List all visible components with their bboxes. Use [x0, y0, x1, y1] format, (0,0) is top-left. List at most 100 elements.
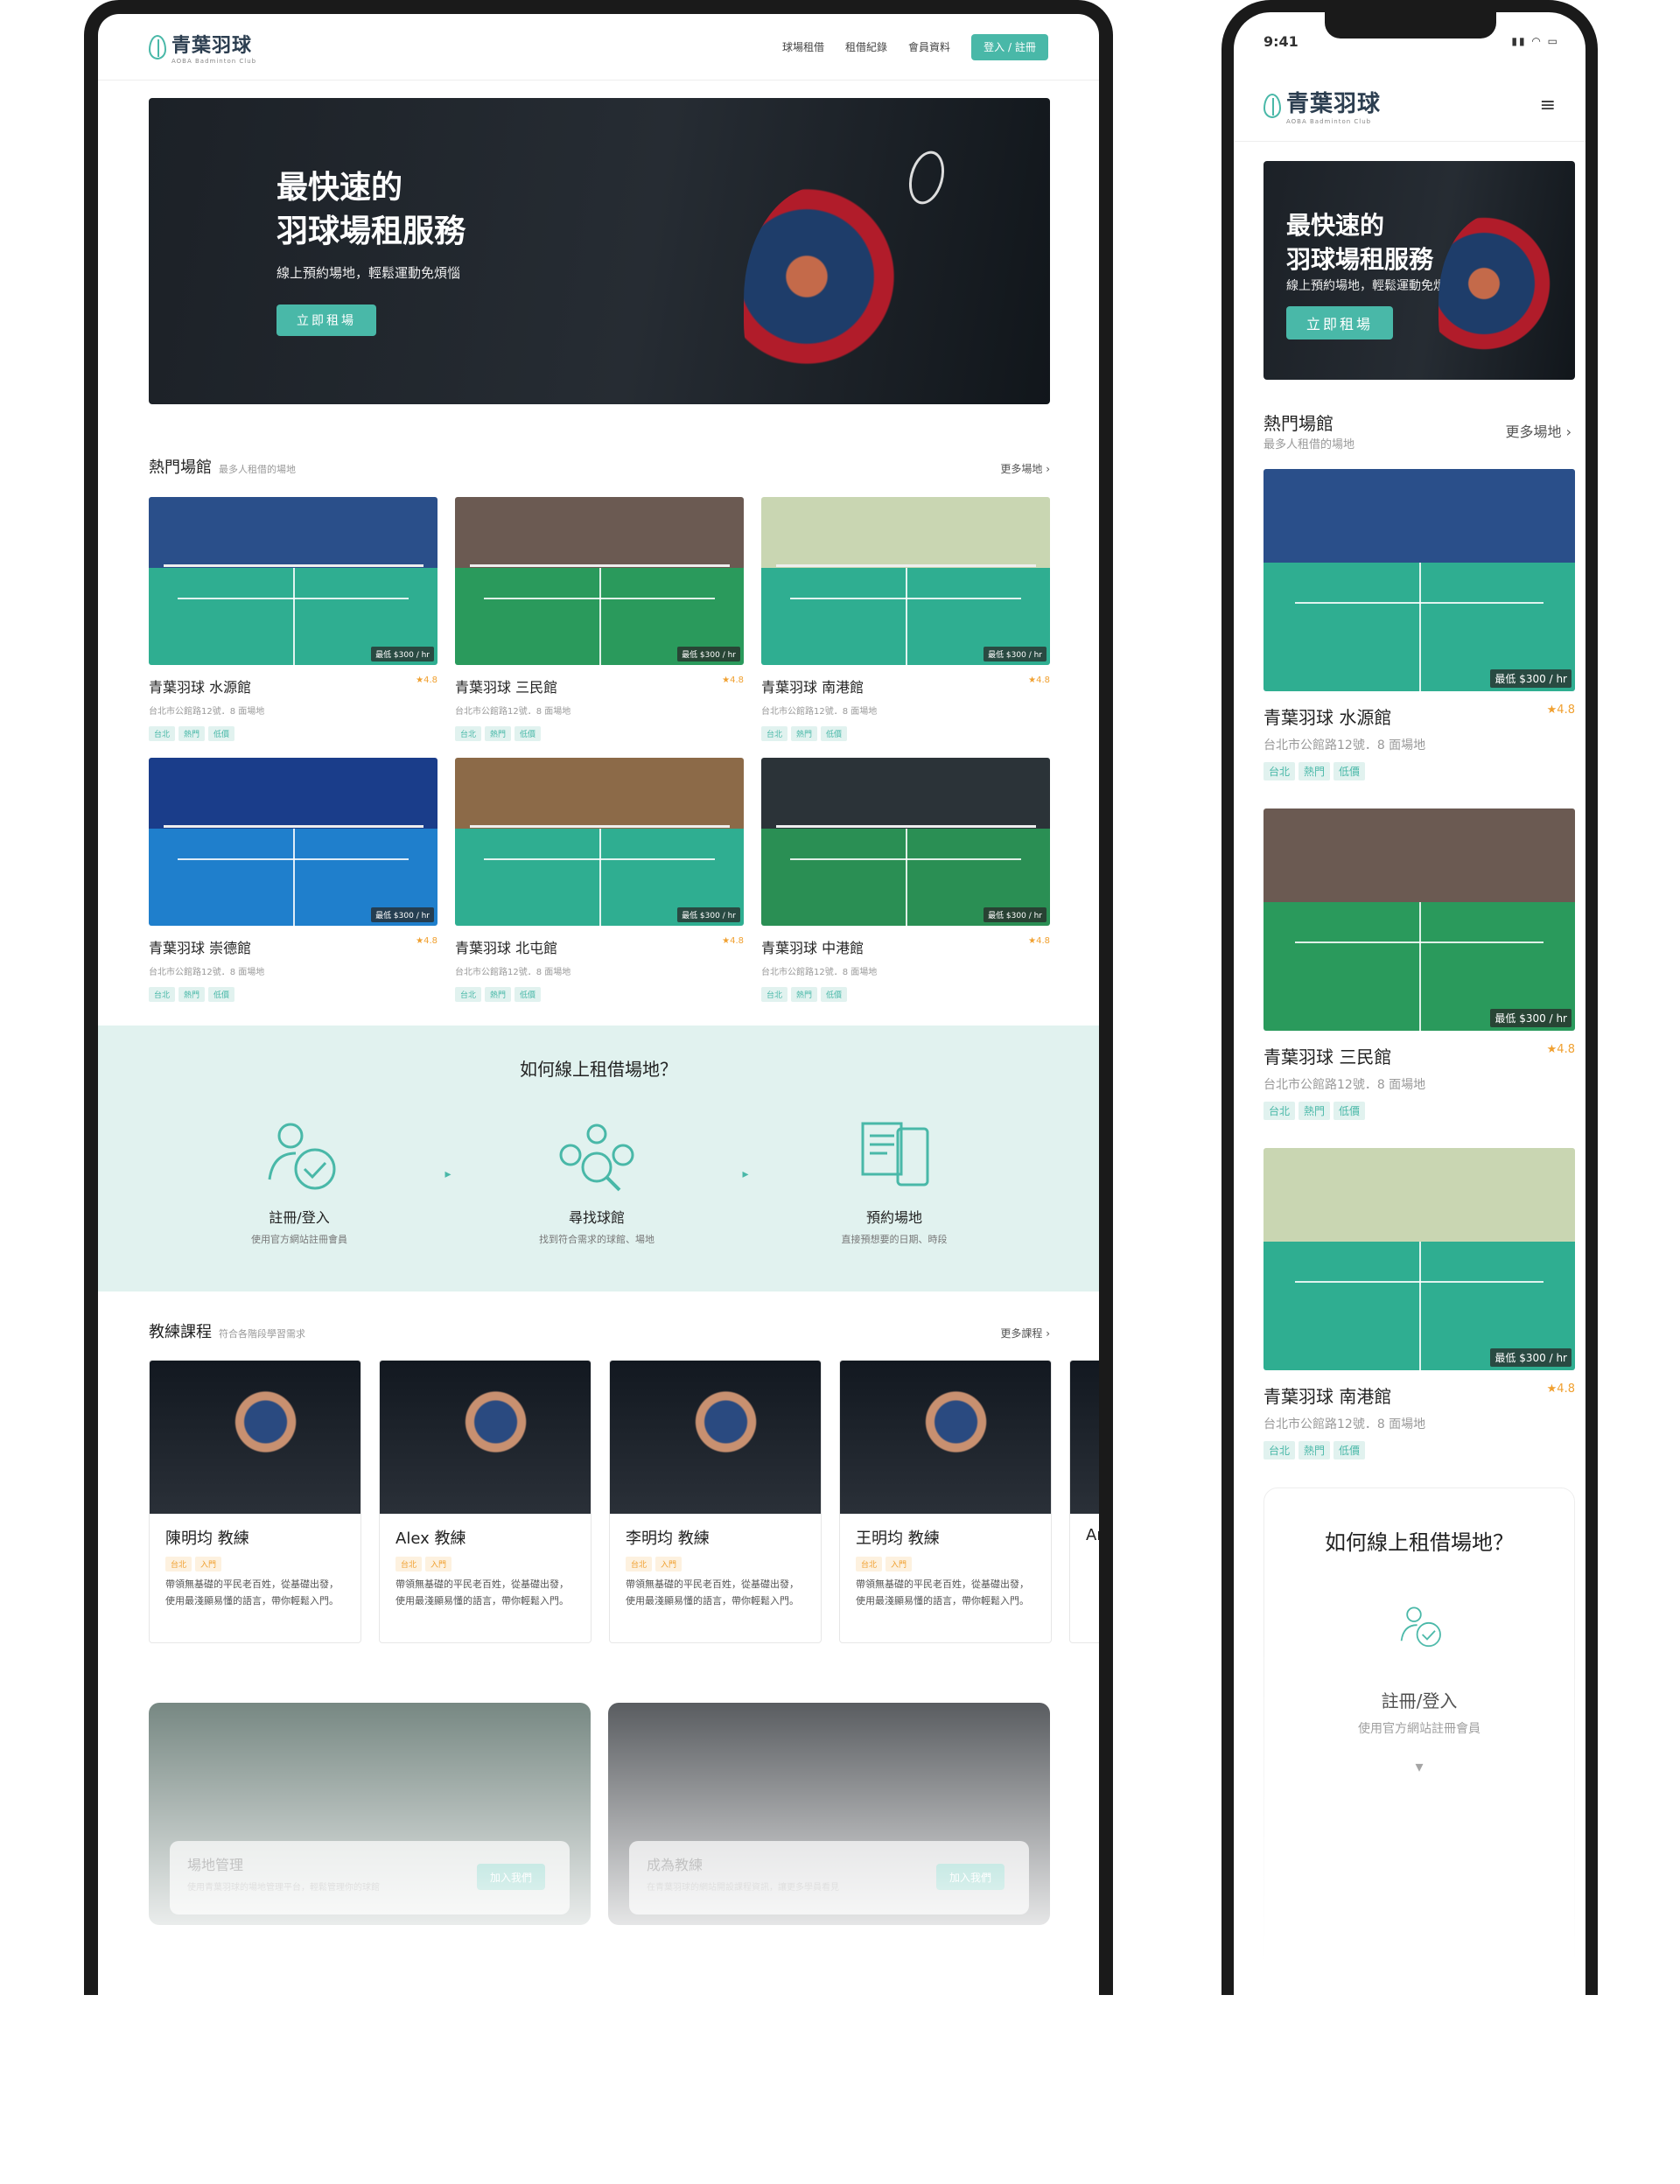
venue-tag: 台北 — [1264, 1441, 1296, 1460]
mobile-hero: 最快速的 羽球場租服務 線上預約場地，輕鬆運動免煩惱 立即租場 — [1264, 161, 1575, 380]
mobile-rent-button[interactable]: 立即租場 — [1286, 306, 1393, 340]
racket-icon — [903, 147, 950, 208]
coach-tag: 台北 — [396, 1557, 423, 1572]
login-button[interactable]: 登入 / 註冊 — [971, 33, 1048, 60]
coach-desc: 帶領無基礎的平民老百姓，從基礎出發，使用最淺顯易懂的語言，帶你輕鬆入門。 — [396, 1578, 569, 1606]
how-steps: 註冊/登入 使用官方網站註冊會員 ▸ 尋找球館 找到符合需求的球館、場地 ▸ 預… — [212, 1116, 982, 1246]
coach-photo — [1070, 1361, 1099, 1514]
venue-tag: 低價 — [208, 726, 235, 741]
venue-card[interactable]: 最低 $300 / hr 青葉羽球 南港館 ★4.8 台北市公館路12號．8 面場… — [761, 497, 1050, 741]
join-venue-button[interactable]: 加入我們 — [477, 1864, 545, 1890]
venue-card[interactable]: 最低 $300 / hr 青葉羽球 崇德館 ★4.8 台北市公館路12號．8 面場… — [149, 758, 438, 1002]
menu-icon[interactable]: ≡ — [1540, 94, 1556, 116]
join-coach-button[interactable]: 加入我們 — [936, 1864, 1004, 1890]
venue-name: 青葉羽球 三民館 — [1264, 1046, 1392, 1068]
nav-history[interactable]: 租借紀錄 — [845, 39, 887, 54]
price-badge: 最低 $300 / hr — [677, 907, 740, 922]
venue-tag: 低價 — [514, 987, 542, 1002]
venue-photo: 最低 $300 / hr — [1264, 1148, 1575, 1370]
venue-photo: 最低 $300 / hr — [455, 758, 744, 926]
coach-name: 李明均 教練 — [626, 1530, 710, 1548]
venue-tag: 台北 — [149, 726, 176, 741]
venues-header: 熱門場館 最多人租借的場地 更多場地 › — [149, 458, 1050, 477]
devices-icon — [861, 1122, 929, 1186]
rating: ★4.8 — [416, 676, 438, 685]
venue-tag: 台北 — [149, 987, 176, 1002]
venue-tag: 低價 — [821, 987, 848, 1002]
desktop-frame: 青葉羽球 AOBA Badminton Club 球場租借 租借紀錄 會員資料 登… — [84, 0, 1113, 1995]
venue-card[interactable]: 最低 $300 / hr 青葉羽球 北屯館 ★4.8 台北市公館路12號．8 面場… — [455, 758, 744, 1002]
venue-address: 台北市公館路12號．8 面場地 — [455, 707, 571, 717]
coach-tag: 台北 — [626, 1557, 653, 1572]
price-badge: 最低 $300 / hr — [371, 907, 434, 922]
leaf-icon — [1264, 93, 1281, 118]
nav-member[interactable]: 會員資料 — [908, 39, 950, 54]
coach-name: Alex 教練 — [396, 1530, 466, 1548]
status-time: 9:41 — [1264, 33, 1298, 50]
rating: ★4.8 — [1546, 704, 1575, 717]
venue-tag: 低價 — [1334, 1102, 1366, 1120]
coach-card[interactable]: Alex 教練 台北 入門 帶領無基礎的平民老百姓，從基礎出發，使用最淺顯易懂的語言，… — [379, 1360, 592, 1643]
hero-rent-button[interactable]: 立即租場 — [276, 304, 376, 336]
venue-name: 青葉羽球 南港館 — [761, 679, 864, 696]
venue-tag: 台北 — [1264, 1102, 1296, 1120]
how-section: 如何線上租借場地？ 註冊/登入 使用官方網站註冊會員 ▸ 尋找球館 找到符合需求… — [98, 1026, 1099, 1292]
coach-card[interactable]: 李明均 教練 台北 入門 帶領無基礎的平民老百姓，從基礎出發，使用最淺顯易懂的語言，帶… — [609, 1360, 822, 1643]
price-badge: 最低 $300 / hr — [1490, 1348, 1572, 1367]
mobile-venue-card[interactable]: 最低 $300 / hr 青葉羽球 水源館 ★4.8 台北市公館路12號．8 面場… — [1264, 469, 1575, 808]
player-photo — [744, 186, 901, 404]
mobile-venue-card[interactable]: 最低 $300 / hr 青葉羽球 三民館 ★4.8 台北市公館路12號．8 面場… — [1264, 808, 1575, 1148]
venue-card[interactable]: 最低 $300 / hr 青葉羽球 中港館 ★4.8 台北市公館路12號．8 面場… — [761, 758, 1050, 1002]
venue-tag: 低價 — [1334, 1441, 1366, 1460]
status-icons: ▮▮ ◠ ▭ — [1511, 35, 1559, 47]
logo[interactable]: 青葉羽球 AOBA Badminton Club — [149, 30, 256, 65]
coach-row: 陳明均 教練 台北 入門 帶領無基礎的平民老百姓，從基礎出發，使用最淺顯易懂的語言，帶… — [149, 1360, 1099, 1643]
mobile-frame: 9:41 ▮▮ ◠ ▭ 青葉羽球 AOBA Badminton Club ≡ 最快… — [1222, 0, 1598, 1995]
price-badge: 最低 $300 / hr — [677, 647, 740, 662]
venue-tag: 低價 — [514, 726, 542, 741]
hero-banner: 最快速的 羽球場租服務 線上預約場地，輕鬆運動免煩惱 立即租場 — [149, 98, 1050, 404]
rating: ★4.8 — [1546, 1043, 1575, 1056]
coach-join-card: 成為教練 在青葉羽球的網站開設課程資訊，讓更多學員看見 加入我們 — [608, 1703, 1050, 1925]
nav-rent[interactable]: 球場租借 — [782, 39, 824, 54]
coach-card[interactable]: 陳明均 教練 台北 入門 帶領無基礎的平民老百姓，從基礎出發，使用最淺顯易懂的語言，帶… — [149, 1360, 361, 1643]
venue-address: 台北市公館路12號．8 面場地 — [1264, 738, 1426, 752]
arrow-down-icon: ▾ — [1415, 1758, 1424, 1776]
mobile-logo[interactable]: 青葉羽球 AOBA Badminton Club — [1264, 86, 1381, 125]
leaf-icon — [149, 34, 166, 60]
coach-card[interactable]: 王明均 教練 台北 入門 帶領無基礎的平民老百姓，從基礎出發，使用最淺顯易懂的語言，帶… — [839, 1360, 1052, 1643]
mobile-more-link[interactable]: 更多場地 › — [1506, 420, 1572, 441]
step-book: 預約場地 直接預想要的日期、時段 — [807, 1116, 982, 1246]
venues-more-link[interactable]: 更多場地 › — [1000, 461, 1050, 476]
coach-photo — [610, 1361, 821, 1514]
venue-address: 台北市公館路12號．8 面場地 — [1264, 1078, 1426, 1092]
venue-photo: 最低 $300 / hr — [761, 758, 1050, 926]
rating: ★4.8 — [1546, 1382, 1575, 1396]
coach-tag: 台北 — [856, 1557, 883, 1572]
venue-manage-card: 場地管理 使用青葉羽球的場地管理平台，輕鬆管理你的球館 加入我們 — [149, 1703, 591, 1925]
venue-address: 台北市公館路12號．8 面場地 — [455, 968, 571, 977]
coaches-more-link[interactable]: 更多課程 › — [1000, 1326, 1050, 1340]
price-badge: 最低 $300 / hr — [371, 647, 434, 662]
venue-tag: 熱門 — [178, 987, 206, 1002]
venue-address: 台北市公館路12號．8 面場地 — [1264, 1418, 1426, 1432]
user-check-icon — [268, 1123, 336, 1190]
venue-photo: 最低 $300 / hr — [149, 497, 438, 665]
venue-name: 青葉羽球 南港館 — [1264, 1386, 1392, 1407]
main-nav: 球場租借 租借紀錄 會員資料 登入 / 註冊 — [761, 33, 1048, 60]
venue-tag: 熱門 — [485, 987, 512, 1002]
mobile-venue-card[interactable]: 最低 $300 / hr 青葉羽球 南港館 ★4.8 台北市公館路12號．8 面場… — [1264, 1148, 1575, 1488]
user-check-icon — [1400, 1606, 1441, 1648]
venue-card[interactable]: 最低 $300 / hr 青葉羽球 水源館 ★4.8 台北市公館路12號．8 面場… — [149, 497, 438, 741]
coach-tag: 入門 — [655, 1557, 682, 1572]
player-photo — [1438, 214, 1552, 380]
coach-photo — [380, 1361, 591, 1514]
rating: ★4.8 — [416, 936, 438, 946]
venue-address: 台北市公館路12號．8 面場地 — [149, 707, 265, 717]
venue-address: 台北市公館路12號．8 面場地 — [761, 707, 878, 717]
venue-name: 青葉羽球 水源館 — [149, 679, 252, 696]
price-badge: 最低 $300 / hr — [984, 647, 1046, 662]
coach-card[interactable]: Ar — [1069, 1360, 1099, 1643]
coaches-header: 教練課程 符合各階段學習需求 更多課程 › — [149, 1323, 1050, 1341]
venue-card[interactable]: 最低 $300 / hr 青葉羽球 三民館 ★4.8 台北市公館路12號．8 面場… — [455, 497, 744, 741]
